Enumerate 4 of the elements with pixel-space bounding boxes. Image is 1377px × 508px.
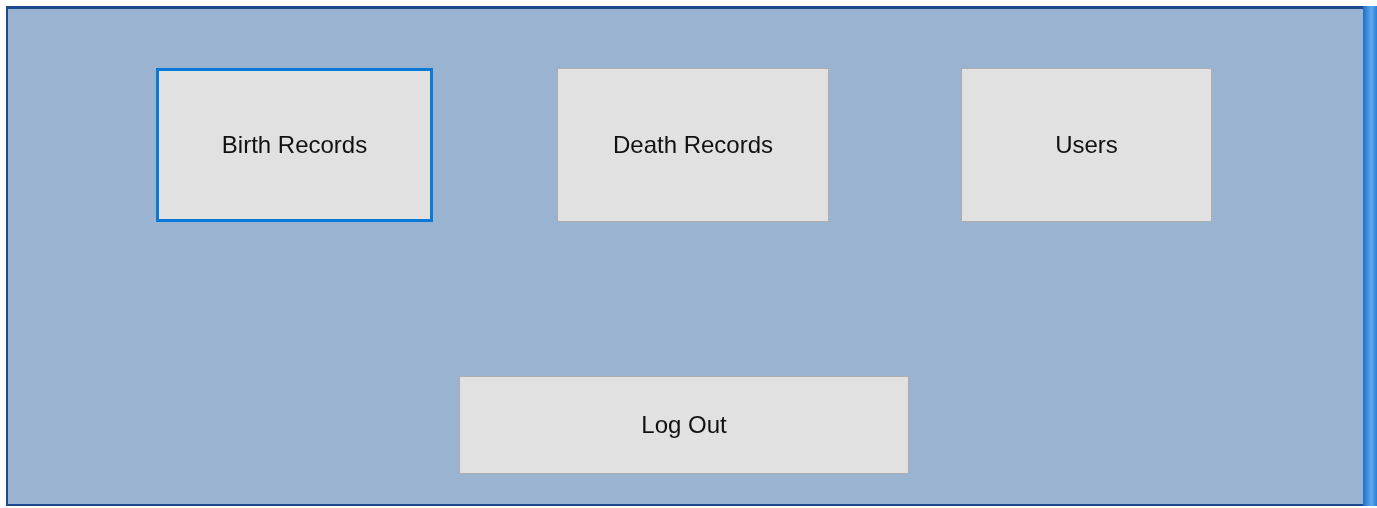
menu-button[interactable]: Users bbox=[961, 68, 1212, 222]
logout-button[interactable]: Log Out bbox=[459, 376, 909, 474]
menu-button[interactable]: Death Records bbox=[557, 68, 829, 222]
menu-button[interactable]: Birth Records bbox=[156, 68, 433, 222]
